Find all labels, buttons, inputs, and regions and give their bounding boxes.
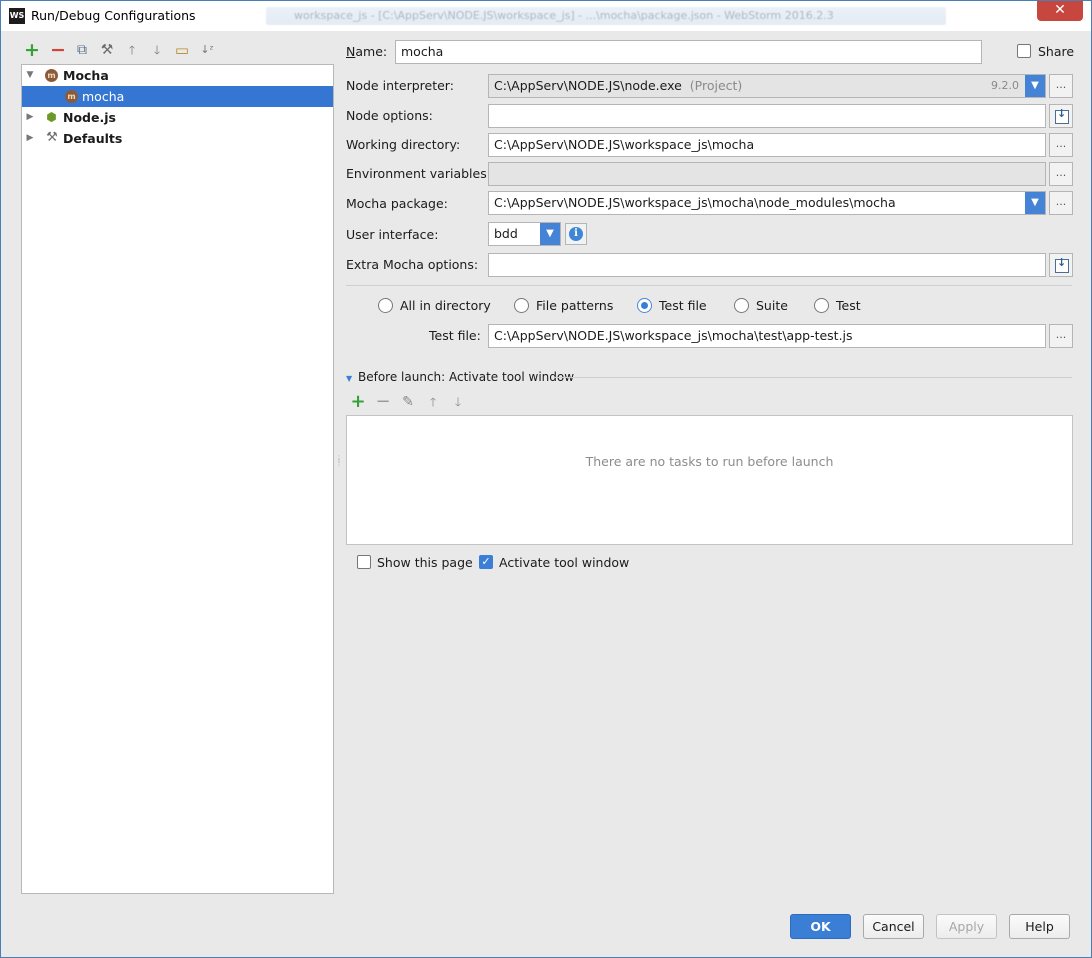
before-launch-task-list[interactable]: There are no tasks to run before launch (346, 415, 1073, 545)
user-interface-label: User interface: (346, 227, 439, 242)
working-directory-label: Working directory: (346, 137, 461, 152)
collapse-arrow-icon[interactable]: ▼ (25, 65, 35, 86)
close-button[interactable]: ✕ (1037, 1, 1083, 21)
node-options-input[interactable] (488, 104, 1046, 128)
show-this-page-checkbox[interactable] (357, 555, 371, 569)
run-debug-dialog: WS Run/Debug Configurations workspace_js… (0, 0, 1092, 958)
test-file-browse-button[interactable]: ... (1049, 324, 1073, 348)
mocha-package-browse-button[interactable]: ... (1049, 191, 1073, 215)
tree-item-label: Mocha (63, 68, 109, 83)
move-task-up-icon[interactable]: 🡑 (425, 394, 441, 410)
nodejs-icon: ⬢ (46, 110, 57, 124)
move-task-down-icon[interactable]: 🡓 (450, 394, 466, 410)
radio-test-file[interactable] (637, 298, 652, 313)
tree-item-label: mocha (82, 89, 125, 104)
webstorm-logo-icon: WS (9, 8, 25, 24)
radio-test[interactable] (814, 298, 829, 313)
activate-tool-window-checkbox[interactable]: ✓ (479, 555, 493, 569)
expand-arrow-icon[interactable]: ▶ (25, 107, 35, 128)
activate-tool-window-label: Activate tool window (499, 555, 630, 570)
chevron-down-icon[interactable]: ▼ (1025, 75, 1045, 97)
test-file-input[interactable]: C:\AppServ\NODE.JS\workspace_js\mocha\te… (488, 324, 1046, 348)
edit-task-icon[interactable]: ✎ (400, 394, 416, 410)
node-interpreter-browse-button[interactable]: ... (1049, 74, 1073, 98)
name-input[interactable]: mocha (395, 40, 982, 64)
divider (346, 285, 1072, 286)
sort-icon[interactable]: ↓ᶻ (198, 41, 216, 59)
radio-label: Test file (659, 298, 707, 313)
defaults-wrench-icon: ⚒ (46, 130, 58, 145)
mocha-package-select[interactable]: C:\AppServ\NODE.JS\workspace_js\mocha\no… (488, 191, 1046, 215)
working-directory-input[interactable]: C:\AppServ\NODE.JS\workspace_js\mocha (488, 133, 1046, 157)
expand-field-icon[interactable] (1049, 253, 1073, 277)
share-label: Share (1038, 44, 1075, 59)
user-interface-value: bdd (494, 226, 518, 241)
copy-icon[interactable]: ⧉ (73, 41, 91, 59)
mocha-package-label: Mocha package: (346, 196, 448, 211)
remove-task-icon[interactable]: − (375, 393, 391, 411)
info-icon[interactable]: i (565, 223, 587, 245)
remove-icon[interactable]: − (49, 41, 67, 60)
configuration-tree[interactable]: ▼ m Mocha m mocha ▶ ⬢ Node.js ▶ ⚒ Defaul… (21, 64, 334, 894)
move-down-icon[interactable]: 🡓 (148, 41, 166, 59)
mocha-icon: m (65, 90, 78, 103)
mocha-icon: m (45, 69, 58, 82)
section-collapse-icon[interactable]: ▼ (346, 374, 352, 383)
add-icon[interactable]: + (23, 41, 41, 60)
extra-options-label: Extra Mocha options: (346, 257, 479, 272)
empty-tasks-message: There are no tasks to run before launch (585, 454, 834, 469)
chevron-down-icon[interactable]: ▼ (540, 223, 560, 245)
show-this-page-label: Show this page (377, 555, 473, 570)
radio-all-in-directory[interactable] (378, 298, 393, 313)
env-vars-browse-button[interactable]: ... (1049, 162, 1073, 186)
move-up-icon[interactable]: 🡑 (123, 41, 141, 59)
expand-field-icon[interactable] (1049, 104, 1073, 128)
share-checkbox[interactable] (1017, 44, 1031, 58)
radio-suite[interactable] (734, 298, 749, 313)
user-interface-select[interactable]: bdd ▼ (488, 222, 561, 246)
name-label: Name: (346, 44, 388, 59)
chevron-down-icon[interactable]: ▼ (1025, 192, 1045, 214)
title-bar: WS Run/Debug Configurations workspace_js… (1, 1, 1091, 31)
folder-icon[interactable]: ▭ (173, 41, 191, 59)
radio-label: File patterns (536, 298, 614, 313)
splitter-handle[interactable]: ⋮ ⋮ (335, 455, 343, 473)
cancel-button[interactable]: Cancel (863, 914, 924, 939)
expand-arrow-icon[interactable]: ▶ (25, 128, 35, 149)
mocha-package-path: C:\AppServ\NODE.JS\workspace_js\mocha\no… (494, 195, 896, 210)
radio-label: Suite (756, 298, 788, 313)
edit-defaults-icon[interactable]: ⚒ (98, 41, 116, 59)
radio-label: Test (836, 298, 861, 313)
test-file-label: Test file: (429, 328, 481, 343)
window-title: Run/Debug Configurations (31, 8, 196, 23)
tree-item-mocha-group[interactable]: ▼ m Mocha (22, 65, 333, 86)
add-task-icon[interactable]: + (350, 393, 366, 411)
help-button[interactable]: Help (1009, 914, 1070, 939)
ok-button[interactable]: OK (790, 914, 851, 939)
before-launch-title[interactable]: Before launch: Activate tool window (358, 370, 574, 384)
env-vars-input[interactable] (488, 162, 1046, 186)
background-window-title: workspace_js - [C:\AppServ\NODE.JS\works… (266, 7, 946, 25)
tree-item-label: Defaults (63, 131, 123, 146)
node-interpreter-label: Node interpreter: (346, 78, 454, 93)
node-options-label: Node options: (346, 108, 433, 123)
tree-item-defaults[interactable]: ▶ ⚒ Defaults (22, 128, 333, 149)
tree-item-label: Node.js (63, 110, 116, 125)
extra-options-input[interactable] (488, 253, 1046, 277)
node-version: 9.2.0 (991, 79, 1019, 92)
tree-item-mocha-config[interactable]: m mocha (22, 86, 333, 107)
divider (554, 377, 1072, 378)
tree-item-nodejs[interactable]: ▶ ⬢ Node.js (22, 107, 333, 128)
node-interpreter-select[interactable]: C:\AppServ\NODE.JS\node.exe (Project) 9.… (488, 74, 1046, 98)
node-interpreter-path: C:\AppServ\NODE.JS\node.exe (494, 78, 682, 93)
radio-file-patterns[interactable] (514, 298, 529, 313)
node-interpreter-tag: (Project) (689, 78, 743, 93)
working-directory-browse-button[interactable]: ... (1049, 133, 1073, 157)
apply-button[interactable]: Apply (936, 914, 997, 939)
env-vars-label: Environment variables: (346, 166, 491, 181)
radio-label: All in directory (400, 298, 491, 313)
